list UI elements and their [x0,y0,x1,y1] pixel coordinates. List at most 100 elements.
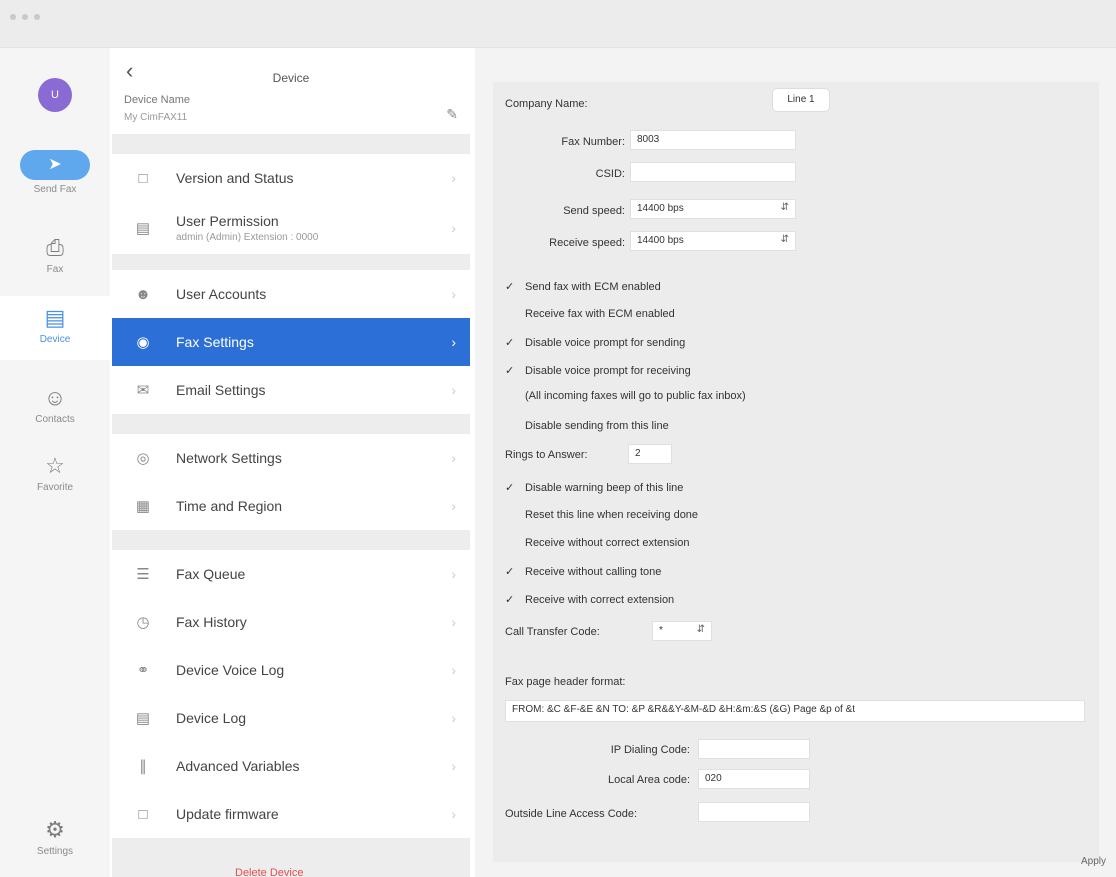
list-item-label: Version and Status [176,170,294,186]
contacts-icon: ☺ [43,385,67,410]
log-icon: ▤ [135,710,151,727]
local-area-input[interactable]: 020 [698,769,810,789]
variables-icon: ∥ [139,758,147,775]
checkbox-disable-voice-receiving[interactable]: ✓ Disable voice prompt for receiving [505,364,691,377]
rings-input[interactable]: 2 [628,444,672,464]
close-window-dot[interactable] [10,14,16,20]
outside-line-input[interactable] [698,802,810,822]
csid-input[interactable] [630,162,796,182]
apply-button[interactable]: Apply [1081,856,1106,867]
pencil-icon[interactable]: ✎ [446,106,458,123]
list-item-update-firmware[interactable]: □ Update firmware › [112,790,470,838]
checkbox-label: Receive without correct extension [525,537,690,549]
checkbox-receive-without-tone[interactable]: ✓ Receive without calling tone [505,565,661,578]
checkbox-label: Disable warning beep of this line [525,482,684,494]
star-icon: ☆ [45,453,65,478]
header-format-input[interactable]: FROM: &C &F-&E &N TO: &P &R&&Y-&M-&D &H:… [505,700,1085,722]
call-transfer-value: * [659,625,663,636]
list-item-sub: admin (Admin) Extension : 0000 [176,232,319,243]
chevron-right-icon: › [451,614,456,630]
company-name-label: Company Name: [505,98,588,110]
checkbox-receive-without-extension[interactable]: Receive without correct extension [505,537,689,549]
nav-rail: U ➤ Send Fax ⎙ Fax ▤ Device ☺ Contacts ☆… [0,48,110,877]
receive-speed-label: Receive speed: [549,237,625,249]
headset-icon: ⚭ [136,662,150,679]
rail-contacts-label: Contacts [35,414,75,425]
list-item-user-accounts[interactable]: ☻ User Accounts › [112,270,470,318]
zoom-window-dot[interactable] [34,14,40,20]
chevron-right-icon: › [451,382,456,398]
checkbox-send-ecm[interactable]: ✓ Send fax with ECM enabled [505,280,661,293]
list-item-network-settings[interactable]: ◎ Network Settings › [112,434,470,482]
list-item-device-log[interactable]: ▤ Device Log › [112,694,470,742]
title-bar [0,0,1116,48]
rings-label: Rings to Answer: [505,449,588,461]
chevron-right-icon: › [451,566,456,582]
checkbox-label: Reset this line when receiving done [525,509,699,521]
email-icon: ✉ [136,382,150,399]
list-item-label: Email Settings [176,382,266,398]
chevron-right-icon: › [451,710,456,726]
checkbox-disable-warning-beep[interactable]: ✓ Disable warning beep of this line [505,481,683,494]
call-transfer-select[interactable]: * ⇵ [652,621,712,641]
list-item-time-region[interactable]: ▦ Time and Region › [112,482,470,530]
list-item-user-permission[interactable]: ▤ User Permission admin (Admin) Extensio… [112,202,470,254]
history-icon: ◷ [136,614,150,631]
rail-device-label: Device [39,334,71,345]
list-item-email-settings[interactable]: ✉ Email Settings › [112,366,470,414]
checkbox-label: Disable voice prompt for receiving [525,365,691,377]
company-name-input[interactable] [628,94,768,114]
checkbox-disable-voice-sending[interactable]: ✓ Disable voice prompt for sending [505,336,685,349]
rail-favorite-label: Favorite [36,482,74,493]
chevron-right-icon: › [451,806,456,822]
checkmark-icon: ✓ [505,594,515,606]
checkbox-label: Receive with correct extension [525,594,675,606]
checkmark-icon: ✓ [505,365,515,377]
minimize-window-dot[interactable] [22,14,28,20]
checkbox-label: Receive fax with ECM enabled [525,308,675,320]
rail-device[interactable]: ▤ Device [0,296,110,360]
calendar-icon: ▦ [135,498,151,515]
send-speed-value: 14400 bps [637,203,684,214]
fax-settings-icon: ◉ [136,334,150,351]
receive-speed-select[interactable]: 14400 bps ⇵ [630,231,796,251]
chevron-right-icon: › [451,498,456,514]
list-item-fax-history[interactable]: ◷ Fax History › [112,598,470,646]
device-name-row[interactable]: Device Name My CimFAX11 ✎ [112,88,470,134]
chevron-right-icon: › [451,662,456,678]
checkbox-disable-sending[interactable]: Disable sending from this line [505,420,669,432]
avatar[interactable]: U [38,78,72,112]
select-arrows-icon: ⇵ [780,202,789,213]
list-item-fax-settings[interactable]: ◉ Fax Settings › [112,318,470,366]
rail-fax-label: Fax [46,264,64,275]
list-item-label: Fax History [176,614,247,630]
tab-line-1[interactable]: Line 1 [772,88,830,112]
monitor-icon: □ [138,805,148,823]
send-speed-select[interactable]: 14400 bps ⇵ [630,199,796,219]
checkbox-reset-line[interactable]: Reset this line when receiving done [505,509,698,521]
csid-label: CSID: [595,168,625,180]
rail-contacts[interactable]: ☺ Contacts [0,384,110,425]
checkbox-receive-with-extension[interactable]: ✓ Receive with correct extension [505,593,674,606]
list-item-label: Device Voice Log [176,662,285,678]
device-settings-list: ‹ Device Device Name My CimFAX11 ✎ □ Ver… [112,48,470,877]
receiving-note: (All incoming faxes will go to public fa… [525,390,746,402]
delete-device-link[interactable]: Delete Device [235,867,303,877]
globe-icon: ◎ [136,450,150,467]
fax-number-input[interactable]: 8003 [630,130,796,150]
list-item-version-status[interactable]: □ Version and Status › [112,154,470,202]
rail-send-fax[interactable]: ➤ Send Fax [0,150,110,195]
gear-icon: ⚙ [45,817,65,842]
rail-favorite[interactable]: ☆ Favorite [0,452,110,493]
rail-fax[interactable]: ⎙ Fax [0,234,110,275]
header-format-label: Fax page header format: [505,676,626,688]
queue-icon: ☰ [136,566,150,583]
ip-dialing-input[interactable] [698,739,810,759]
checkbox-receive-ecm[interactable]: Receive fax with ECM enabled [505,308,675,320]
checkbox-label: Send fax with ECM enabled [525,281,661,293]
list-item-advanced-variables[interactable]: ∥ Advanced Variables › [112,742,470,790]
rail-settings[interactable]: ⚙ Settings [0,816,110,857]
chevron-right-icon: › [451,220,456,236]
list-item-fax-queue[interactable]: ☰ Fax Queue › [112,550,470,598]
list-item-device-voice-log[interactable]: ⚭ Device Voice Log › [112,646,470,694]
